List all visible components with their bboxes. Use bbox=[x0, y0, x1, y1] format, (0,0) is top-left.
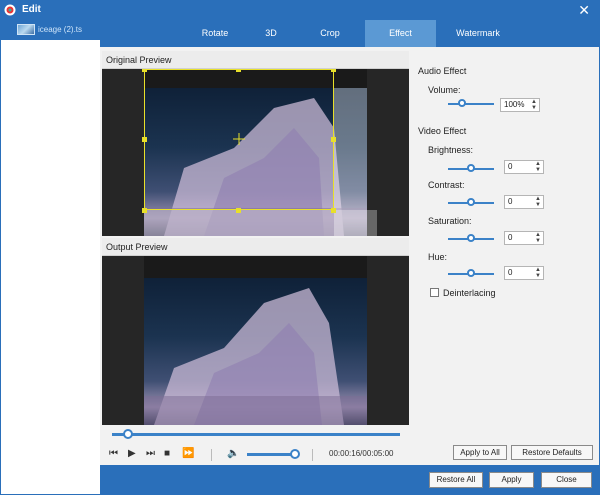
stepper-arrows-icon[interactable]: ▲ ▼ bbox=[535, 232, 541, 244]
divider bbox=[211, 449, 212, 461]
hue-stepper[interactable]: 0 ▲ ▼ bbox=[504, 266, 544, 280]
contrast-label: Contrast: bbox=[428, 180, 465, 190]
skip-icon[interactable]: ⏩ bbox=[182, 448, 194, 459]
volume-stepper[interactable]: 100% ▲ ▼ bbox=[500, 98, 540, 112]
audio-effect-heading: Audio Effect bbox=[418, 66, 467, 76]
deinterlacing-checkbox[interactable] bbox=[430, 288, 439, 297]
brightness-value: 0 bbox=[508, 162, 513, 171]
tab-bar: Rotate 3D Crop Effect Watermark bbox=[100, 20, 599, 47]
hue-slider-knob[interactable] bbox=[467, 269, 475, 277]
brightness-stepper[interactable]: 0 ▲ ▼ bbox=[504, 160, 544, 174]
file-name: iceage (2).ts bbox=[38, 25, 83, 34]
output-preview-label: Output Preview bbox=[106, 242, 168, 252]
contrast-value: 0 bbox=[508, 197, 513, 206]
seek-knob[interactable] bbox=[123, 429, 134, 439]
crop-handle[interactable] bbox=[142, 208, 147, 213]
saturation-label: Saturation: bbox=[428, 216, 472, 226]
crop-handle[interactable] bbox=[142, 69, 147, 72]
stepper-arrows-icon[interactable]: ▲ ▼ bbox=[531, 99, 537, 111]
output-video-frame bbox=[144, 278, 367, 425]
video-effect-heading: Video Effect bbox=[418, 126, 467, 136]
video-thumbnail bbox=[17, 24, 35, 35]
deinterlacing-label: Deinterlacing bbox=[443, 288, 496, 298]
original-preview bbox=[102, 69, 409, 236]
contrast-slider-knob[interactable] bbox=[467, 198, 475, 206]
original-preview-header: Original Preview bbox=[102, 51, 409, 69]
volume-value: 100% bbox=[504, 100, 525, 109]
close-icon[interactable]: ✕ bbox=[578, 2, 590, 19]
main-content: Original Preview Output Preview ⏮ ▶ ⏭ ■ … bbox=[100, 47, 599, 465]
restore-defaults-button[interactable]: Restore Defaults bbox=[511, 445, 593, 460]
file-list-item[interactable]: iceage (2).ts bbox=[1, 20, 100, 40]
crop-handle[interactable] bbox=[236, 69, 241, 72]
tab-watermark[interactable]: Watermark bbox=[441, 20, 515, 47]
preview-column: Original Preview Output Preview ⏮ ▶ ⏭ ■ … bbox=[100, 47, 411, 465]
stepper-arrows-icon[interactable]: ▲ ▼ bbox=[535, 161, 541, 173]
footer-bar: Restore All Apply Close bbox=[100, 465, 599, 495]
prev-icon[interactable]: ⏮ bbox=[109, 448, 118, 459]
tab-effect[interactable]: Effect bbox=[365, 20, 436, 47]
time-readout: 00:00:16/00:05:00 bbox=[329, 449, 394, 458]
close-button[interactable]: Close bbox=[541, 472, 592, 488]
apply-button[interactable]: Apply bbox=[489, 472, 534, 488]
crop-handle[interactable] bbox=[331, 137, 336, 142]
window-title: Edit bbox=[22, 4, 41, 15]
title-bar: Edit ✕ bbox=[0, 0, 600, 20]
volume-icon[interactable]: 🔈 bbox=[227, 448, 239, 459]
restore-all-button[interactable]: Restore All bbox=[429, 472, 483, 488]
volume-slider-knob[interactable] bbox=[458, 99, 466, 107]
stop-icon[interactable]: ■ bbox=[164, 448, 170, 459]
brightness-slider-knob[interactable] bbox=[467, 164, 475, 172]
hue-label: Hue: bbox=[428, 252, 448, 262]
volume-knob[interactable] bbox=[289, 449, 300, 459]
volume-label: Volume: bbox=[428, 85, 461, 95]
player-controls: ⏮ ▶ ⏭ ■ ⏩ 🔈 00:00:16/00:05:00 bbox=[102, 427, 409, 465]
divider bbox=[312, 449, 313, 461]
hue-value: 0 bbox=[508, 268, 513, 277]
original-preview-label: Original Preview bbox=[106, 55, 172, 65]
output-preview bbox=[102, 256, 409, 425]
contrast-stepper[interactable]: 0 ▲ ▼ bbox=[504, 195, 544, 209]
volume-slider[interactable] bbox=[448, 103, 494, 105]
seek-bar[interactable] bbox=[112, 433, 400, 436]
crosshair-icon[interactable] bbox=[233, 133, 245, 145]
file-list: iceage (2).ts bbox=[1, 20, 100, 494]
tab-crop[interactable]: Crop bbox=[295, 20, 365, 47]
output-preview-header: Output Preview bbox=[102, 238, 409, 256]
crop-handle[interactable] bbox=[142, 137, 147, 142]
next-icon[interactable]: ⏭ bbox=[146, 448, 155, 459]
app-icon bbox=[4, 4, 16, 16]
apply-to-all-button[interactable]: Apply to All bbox=[453, 445, 507, 460]
stepper-arrows-icon[interactable]: ▲ ▼ bbox=[535, 267, 541, 279]
crop-handle[interactable] bbox=[331, 208, 336, 213]
play-icon[interactable]: ▶ bbox=[128, 448, 136, 459]
effect-settings: Audio Effect Volume: 100% ▲ ▼ Video Effec… bbox=[414, 47, 599, 465]
crop-handle[interactable] bbox=[331, 69, 336, 72]
stepper-arrows-icon[interactable]: ▲ ▼ bbox=[535, 196, 541, 208]
brightness-label: Brightness: bbox=[428, 145, 474, 155]
saturation-slider-knob[interactable] bbox=[467, 234, 475, 242]
saturation-stepper[interactable]: 0 ▲ ▼ bbox=[504, 231, 544, 245]
saturation-value: 0 bbox=[508, 233, 513, 242]
crop-handle[interactable] bbox=[236, 208, 241, 213]
